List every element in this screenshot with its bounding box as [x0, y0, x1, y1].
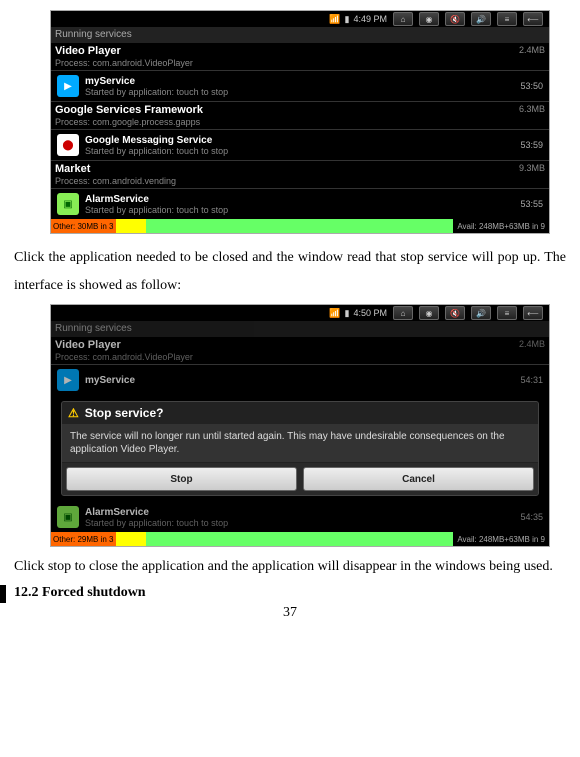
service-subtitle: Started by application: touch to stop: [85, 518, 514, 528]
heading-marker: [0, 585, 6, 603]
screenshot-running-services: 📶 ▮ 4:49 PM ⌂ ◉ 🔇 🔊 ≡ ⟵ Running services…: [50, 10, 550, 234]
service-time: 53:50: [520, 81, 543, 91]
footer-left-value: 29MB in 3: [77, 535, 113, 544]
screenshot-stop-dialog: 📶 ▮ 4:50 PM ⌂ ◉ 🔇 🔊 ≡ ⟵ Running services…: [50, 304, 550, 547]
status-bar: 📶 ▮ 4:50 PM ⌂ ◉ 🔇 🔊 ≡ ⟵: [51, 305, 549, 321]
clock: 4:50 PM: [353, 308, 387, 318]
service-row: ▣ AlarmService Started by application: t…: [51, 502, 549, 532]
service-name: AlarmService: [85, 507, 514, 518]
vol-down-icon[interactable]: 🔇: [445, 306, 465, 320]
service-subtitle: Started by application: touch to stop: [85, 87, 514, 97]
service-subtitle: Started by application: touch to stop: [85, 205, 514, 215]
app-name: Video Player: [55, 45, 121, 57]
vol-up-icon[interactable]: 🔊: [471, 12, 491, 26]
service-icon: ▣: [57, 193, 79, 215]
footer-left-value: 30MB in 3: [77, 222, 113, 231]
page-number: 37: [0, 605, 580, 621]
stop-service-dialog: ⚠ Stop service? The service will no long…: [61, 401, 539, 496]
service-time: 54:31: [520, 375, 543, 385]
home-icon[interactable]: ⌂: [393, 306, 413, 320]
app-size: 6.3MB: [519, 104, 545, 114]
service-name: AlarmService: [85, 194, 514, 205]
footer-avail: Avail: 248MB+63MB in 9: [453, 219, 549, 233]
app-size: 2.4MB: [519, 45, 545, 55]
screen-title: Running services: [51, 27, 549, 43]
app-name: Video Player: [55, 339, 121, 351]
app-process: Process: com.google.process.gapps: [51, 117, 549, 129]
app-header: Market 9.3MB: [51, 161, 549, 176]
service-name: myService: [85, 76, 514, 87]
home-icon[interactable]: ⌂: [393, 12, 413, 26]
app-name: Google Services Framework: [55, 104, 203, 116]
wifi-icon: 📶: [329, 308, 340, 319]
app-process: Process: com.android.vending: [51, 176, 549, 188]
service-icon: ⬤: [57, 134, 79, 156]
battery-icon: ▮: [345, 14, 350, 25]
wifi-icon: 📶: [329, 14, 340, 25]
footer-left-label: Other:: [53, 222, 75, 231]
service-time: 53:55: [520, 199, 543, 209]
warning-icon: ⚠: [68, 406, 79, 420]
back-icon[interactable]: ⟵: [523, 306, 543, 320]
menu-icon[interactable]: ≡: [497, 306, 517, 320]
memory-footer: Other: 29MB in 3 Avail: 248MB+63MB in 9: [51, 532, 549, 546]
service-row[interactable]: ▶ myService Started by application: touc…: [51, 71, 549, 101]
vol-up-icon[interactable]: 🔊: [471, 306, 491, 320]
app-header: Video Player 2.4MB: [51, 337, 549, 352]
section-heading: 12.2 Forced shutdown: [14, 585, 566, 601]
service-row[interactable]: ⬤ Google Messaging Service Started by ap…: [51, 130, 549, 160]
battery-icon: ▮: [345, 308, 350, 319]
app-size: 2.4MB: [519, 339, 545, 349]
screen-title: Running services: [51, 321, 549, 337]
footer-left-label: Other:: [53, 535, 75, 544]
service-row: ▶ myService 54:31: [51, 365, 549, 395]
app-header: Video Player 2.4MB: [51, 43, 549, 58]
vol-down-icon[interactable]: 🔇: [445, 12, 465, 26]
app-process: Process: com.android.VideoPlayer: [51, 352, 549, 364]
service-time: 53:59: [520, 140, 543, 150]
clock: 4:49 PM: [353, 14, 387, 24]
back-icon[interactable]: ⟵: [523, 12, 543, 26]
dialog-body: The service will no longer run until sta…: [62, 424, 538, 462]
app-process: Process: com.android.VideoPlayer: [51, 58, 549, 70]
doc-paragraph: Click the application needed to be close…: [14, 244, 566, 300]
camera-icon[interactable]: ◉: [419, 12, 439, 26]
memory-footer: Other: 30MB in 3 Avail: 248MB+63MB in 9: [51, 219, 549, 233]
service-icon: ▶: [57, 369, 79, 391]
cancel-button[interactable]: Cancel: [303, 467, 534, 491]
app-header: Google Services Framework 6.3MB: [51, 102, 549, 117]
service-name: Google Messaging Service: [85, 135, 514, 146]
menu-icon[interactable]: ≡: [497, 12, 517, 26]
dialog-title: ⚠ Stop service?: [62, 402, 538, 424]
service-icon: ▶: [57, 75, 79, 97]
service-time: 54:35: [520, 512, 543, 522]
camera-icon[interactable]: ◉: [419, 306, 439, 320]
app-name: Market: [55, 163, 90, 175]
service-name: myService: [85, 375, 514, 386]
footer-avail: Avail: 248MB+63MB in 9: [453, 532, 549, 546]
stop-button[interactable]: Stop: [66, 467, 297, 491]
app-size: 9.3MB: [519, 163, 545, 173]
service-subtitle: Started by application: touch to stop: [85, 146, 514, 156]
doc-paragraph: Click stop to close the application and …: [14, 553, 566, 581]
status-bar: 📶 ▮ 4:49 PM ⌂ ◉ 🔇 🔊 ≡ ⟵: [51, 11, 549, 27]
service-icon: ▣: [57, 506, 79, 528]
service-row[interactable]: ▣ AlarmService Started by application: t…: [51, 189, 549, 219]
dialog-title-text: Stop service?: [85, 406, 164, 420]
